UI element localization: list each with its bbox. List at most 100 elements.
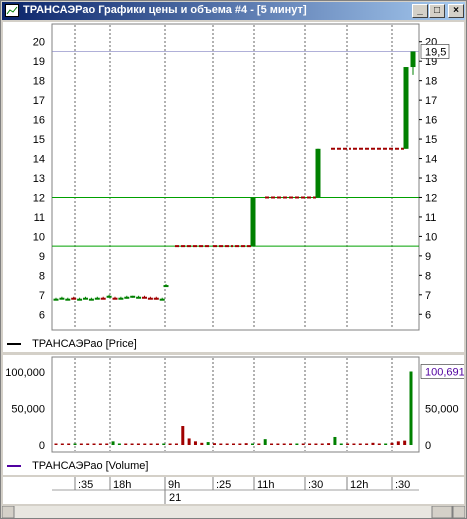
volume-bar[interactable] [390,442,394,445]
volume-bar[interactable] [117,443,121,446]
price-candle[interactable] [403,67,409,149]
price-y-tick-right: 8 [425,270,431,282]
volume-y-tick-left: 100,000 [5,367,45,379]
volume-bar[interactable] [333,436,337,445]
volume-bar[interactable] [219,443,223,446]
volume-bar[interactable] [181,426,185,445]
volume-bar[interactable] [174,443,178,446]
price-chart[interactable]: 20 2019 1918 1817 1716 1615 1514 1413 1312 1211 11… [3,22,464,352]
time-tick-label: :25 [216,479,231,491]
volume-chart[interactable]: 100,000 50,000 0 50,000 0 100,691 [3,355,464,475]
price-candle[interactable] [88,298,94,301]
volume-bar[interactable] [168,443,172,446]
minimize-button[interactable]: _ [412,4,428,18]
volume-bar[interactable] [124,443,128,446]
volume-bar[interactable] [295,443,299,446]
volume-bar[interactable] [225,443,229,446]
volume-bar[interactable] [54,443,58,446]
price-candle[interactable] [142,296,147,299]
horizontal-scrollbar[interactable] [2,506,465,518]
price-candle[interactable] [59,297,65,300]
volume-bar[interactable] [206,442,210,445]
volume-bar[interactable] [270,443,274,446]
volume-bar[interactable] [409,371,413,445]
volume-bar[interactable] [79,443,83,446]
volume-bar[interactable] [60,443,64,446]
volume-bar[interactable] [149,443,153,446]
volume-bar[interactable] [384,443,388,446]
volume-bar[interactable] [327,443,331,445]
volume-bar[interactable] [86,443,90,446]
volume-bar[interactable] [396,441,400,445]
title-bar[interactable]: ТРАНСАЭРао Графики цены и объема #4 - [5… [2,2,465,20]
volume-bar[interactable] [403,440,407,445]
close-button[interactable]: × [448,4,464,18]
time-axis: :35 18h 9h:25 11h:30 12h:30 21 [3,477,464,504]
volume-bar[interactable] [92,443,96,446]
volume-bar[interactable] [73,443,77,446]
price-candle[interactable] [153,297,159,300]
volume-bar[interactable] [377,443,381,446]
volume-bar[interactable] [98,443,102,446]
volume-legend[interactable]: ТРАНСАЭРао [Volume] [7,460,148,472]
price-candle[interactable] [94,297,100,300]
volume-bar[interactable] [276,443,280,446]
volume-bar[interactable] [251,443,255,446]
volume-bar[interactable] [136,443,140,446]
volume-bar[interactable] [212,443,216,445]
volume-bar[interactable] [155,443,159,446]
price-y-tick-right: 16 [425,115,437,127]
volume-bar[interactable] [301,443,305,446]
volume-bar[interactable] [352,443,356,446]
volume-bar[interactable] [105,443,109,446]
time-tick-label: 9h [168,479,180,491]
price-candle[interactable] [315,148,321,198]
price-candle[interactable] [124,296,130,299]
price-candle[interactable] [77,298,83,301]
price-candle[interactable] [118,297,124,300]
price-candle[interactable] [71,297,77,300]
volume-bar[interactable] [308,443,312,446]
price-candle[interactable] [53,298,59,301]
volume-bar[interactable] [200,442,204,445]
maximize-button[interactable]: □ [429,4,445,18]
price-candle[interactable] [250,197,256,247]
time-tick-label: 12h [350,479,368,491]
volume-bar[interactable] [371,442,375,445]
volume-bar[interactable] [358,443,362,446]
price-candle[interactable] [65,298,71,301]
price-panel[interactable]: 20 20 19 19 18 18 17 17 16 16 15 15 14 14 13 13 12 12 11 11… [3,22,464,352]
volume-bar[interactable] [143,443,147,446]
price-candle[interactable] [100,297,106,300]
volume-bar[interactable] [263,439,267,445]
volume-bar[interactable] [289,443,293,446]
price-candle[interactable] [136,296,142,299]
price-candle[interactable] [83,297,88,300]
volume-bar[interactable] [257,443,261,446]
price-candle[interactable] [159,298,165,301]
price-candle[interactable] [163,285,169,288]
scrollbar-track[interactable] [2,506,465,518]
price-candle[interactable] [410,51,416,68]
volume-bar[interactable] [130,443,134,446]
volume-bar[interactable] [111,441,115,445]
volume-bar[interactable] [232,443,235,446]
volume-bar[interactable] [365,443,369,446]
volume-bar[interactable] [314,443,318,446]
price-candle[interactable] [106,295,112,298]
volume-bar[interactable] [187,438,191,445]
volume-bar[interactable] [339,443,343,446]
volume-bar[interactable] [162,443,166,446]
volume-panel[interactable]: 100,000 50,000 0 50,000 0 100,691 ТРАНСАЭРао … [3,355,464,475]
price-candle[interactable] [130,295,136,298]
volume-bar[interactable] [346,443,350,446]
volume-bar[interactable] [193,441,197,445]
price-candle[interactable] [112,297,118,300]
price-candle[interactable] [147,297,153,300]
price-legend[interactable]: ТРАНСАЭРао [Price] [7,338,137,350]
volume-bar[interactable] [67,443,71,446]
volume-bar[interactable] [244,443,248,445]
volume-bar[interactable] [320,443,324,446]
volume-bar[interactable] [238,443,242,446]
volume-bar[interactable] [282,443,286,446]
